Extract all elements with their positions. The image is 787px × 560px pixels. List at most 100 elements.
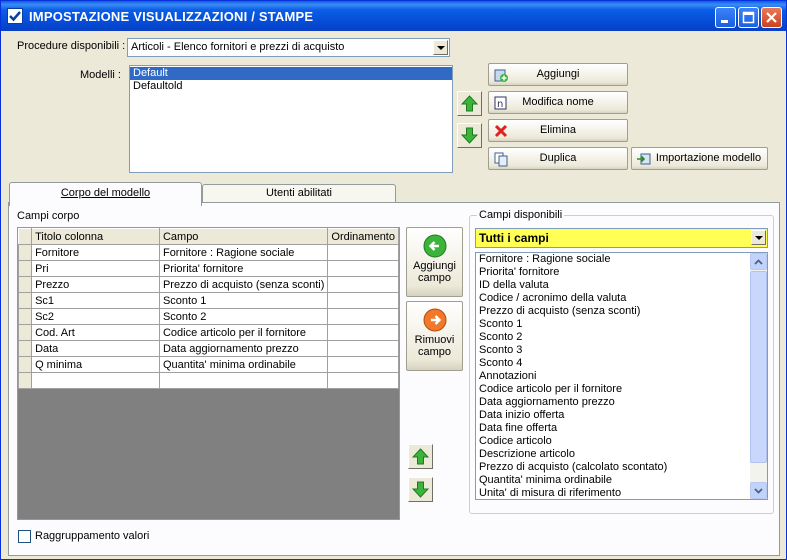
table-row[interactable]: Sc1 Sconto 1 xyxy=(17,292,399,309)
table-cell[interactable] xyxy=(327,292,399,309)
table-cell[interactable]: Data xyxy=(31,340,160,357)
table-row[interactable]: Prezzo Prezzo di acquisto (senza sconti) xyxy=(17,276,399,293)
tab-utenti-abilitati[interactable]: Utenti abilitati xyxy=(202,184,396,203)
tab-corpo-del-modello[interactable]: Corpo del modello xyxy=(9,182,202,206)
table-cell[interactable]: Sc1 xyxy=(31,292,160,309)
list-item[interactable]: Sconto 2 xyxy=(476,331,751,344)
table-row[interactable]: Data Data aggiornamento prezzo xyxy=(17,340,399,357)
column-header[interactable]: Ordinamento xyxy=(327,228,399,245)
row-header[interactable] xyxy=(17,308,33,325)
scroll-down-button[interactable] xyxy=(750,482,767,499)
elimina-button[interactable]: Elimina xyxy=(488,119,628,142)
table-cell[interactable]: Quantita' minima ordinabile xyxy=(158,356,329,373)
list-item[interactable]: Prezzo di acquisto (senza sconti) xyxy=(476,305,751,318)
procedure-select[interactable]: Articoli - Elenco fornitori e prezzi di … xyxy=(127,38,450,57)
column-header[interactable]: Titolo colonna xyxy=(31,228,160,245)
move-field-up-button[interactable] xyxy=(408,444,433,469)
table-row[interactable] xyxy=(17,372,399,389)
table-cell[interactable] xyxy=(327,276,399,293)
chevron-down-icon[interactable] xyxy=(751,230,766,245)
row-header[interactable] xyxy=(17,260,33,277)
table-cell[interactable]: Priorita' fornitore xyxy=(158,260,329,277)
table-row[interactable]: Sc2 Sconto 2 xyxy=(17,308,399,325)
column-header[interactable]: Campo xyxy=(158,228,329,245)
row-header[interactable] xyxy=(17,340,33,357)
duplica-button[interactable]: Duplica xyxy=(488,147,628,170)
list-item[interactable]: Codice articolo xyxy=(476,435,751,448)
campi-corpo-grid[interactable]: Titolo colonna Campo Ordinamento Fornito… xyxy=(17,227,400,520)
table-cell[interactable]: Prezzo di acquisto (senza sconti) xyxy=(158,276,329,293)
importazione-modello-button[interactable]: Importazione modello xyxy=(631,147,768,170)
modelli-item[interactable]: Defaultold xyxy=(130,80,452,93)
row-header[interactable] xyxy=(17,356,33,373)
list-item[interactable]: Sconto 4 xyxy=(476,357,751,370)
table-cell[interactable]: Codice articolo per il fornitore xyxy=(158,324,329,341)
campi-filter-select[interactable]: Tutti i campi xyxy=(475,228,768,248)
list-item[interactable]: Fornitore : Ragione sociale xyxy=(476,253,751,266)
table-cell[interactable]: Prezzo xyxy=(31,276,160,293)
modelli-item[interactable]: Default xyxy=(130,67,452,80)
table-row[interactable]: Pri Priorita' fornitore xyxy=(17,260,399,277)
table-cell[interactable] xyxy=(327,340,399,357)
table-cell[interactable]: Cod. Art xyxy=(31,324,160,341)
list-item[interactable]: Codice / acronimo della valuta xyxy=(476,292,751,305)
table-cell[interactable] xyxy=(327,372,399,389)
list-item[interactable]: Prezzo di acquisto (calcolato scontato) xyxy=(476,461,751,474)
list-item[interactable]: Quantita' minima ordinabile xyxy=(476,474,751,487)
aggiungi-label: Aggiungi xyxy=(536,68,580,80)
list-item[interactable]: Data aggiornamento prezzo xyxy=(476,396,751,409)
row-header[interactable] xyxy=(17,244,33,261)
row-header[interactable] xyxy=(17,292,33,309)
chevron-down-icon[interactable] xyxy=(433,40,448,55)
table-cell[interactable] xyxy=(327,324,399,341)
scroll-up-button[interactable] xyxy=(750,253,767,270)
table-row[interactable]: Cod. Art Codice articolo per il fornitore xyxy=(17,324,399,341)
table-cell[interactable]: Sconto 2 xyxy=(158,308,329,325)
modifica-nome-button[interactable]: n Modifica nome xyxy=(488,91,628,114)
list-item[interactable]: Priorita' fornitore xyxy=(476,266,751,279)
table-cell[interactable]: Pri xyxy=(31,260,160,277)
table-cell[interactable]: Sconto 1 xyxy=(158,292,329,309)
table-cell[interactable] xyxy=(327,356,399,373)
table-cell[interactable] xyxy=(327,308,399,325)
list-item[interactable]: ID della valuta xyxy=(476,279,751,292)
move-model-down-button[interactable] xyxy=(457,123,482,148)
row-header[interactable] xyxy=(17,276,33,293)
table-cell[interactable] xyxy=(327,260,399,277)
list-item[interactable]: Data inizio offerta xyxy=(476,409,751,422)
rimuovi-campo-label-1: Rimuovi xyxy=(414,334,455,346)
move-model-up-button[interactable] xyxy=(457,91,482,116)
scroll-thumb[interactable] xyxy=(750,271,767,463)
title-bar[interactable]: IMPOSTAZIONE VISUALIZZAZIONI / STAMPE xyxy=(1,1,786,31)
table-cell[interactable]: Fornitore : Ragione sociale xyxy=(158,244,329,261)
raggruppamento-checkbox[interactable] xyxy=(18,530,31,543)
campi-disponibili-list[interactable]: Fornitore : Ragione sociale Priorita' for… xyxy=(475,252,768,500)
row-header[interactable] xyxy=(17,324,33,341)
table-cell[interactable] xyxy=(327,244,399,261)
maximize-button[interactable] xyxy=(738,7,759,28)
close-button[interactable] xyxy=(761,7,782,28)
vertical-scrollbar[interactable] xyxy=(750,253,767,499)
table-cell[interactable] xyxy=(31,372,160,389)
minimize-button[interactable] xyxy=(715,7,736,28)
table-cell[interactable]: Data aggiornamento prezzo xyxy=(158,340,329,357)
table-cell[interactable]: Fornitore xyxy=(31,244,160,261)
list-item[interactable]: Descrizione articolo xyxy=(476,448,751,461)
table-row[interactable]: Q minima Quantita' minima ordinabile xyxy=(17,356,399,373)
list-item[interactable]: Annotazioni xyxy=(476,370,751,383)
modelli-list[interactable]: Default Defaultold xyxy=(129,65,453,173)
table-row[interactable]: Fornitore Fornitore : Ragione sociale xyxy=(17,244,399,261)
list-item[interactable]: Sconto 3 xyxy=(476,344,751,357)
list-item[interactable]: Unita' di misura di riferimento xyxy=(476,487,751,500)
list-item[interactable]: Codice articolo per il fornitore xyxy=(476,383,751,396)
row-header[interactable] xyxy=(17,372,33,389)
list-item[interactable]: Data fine offerta xyxy=(476,422,751,435)
aggiungi-campo-button[interactable]: Aggiungi campo xyxy=(406,227,463,297)
aggiungi-button[interactable]: Aggiungi xyxy=(488,63,628,86)
table-cell[interactable]: Q minima xyxy=(31,356,160,373)
table-cell[interactable] xyxy=(158,372,329,389)
rimuovi-campo-button[interactable]: Rimuovi campo xyxy=(406,301,463,371)
move-field-down-button[interactable] xyxy=(408,477,433,502)
list-item[interactable]: Sconto 1 xyxy=(476,318,751,331)
table-cell[interactable]: Sc2 xyxy=(31,308,160,325)
